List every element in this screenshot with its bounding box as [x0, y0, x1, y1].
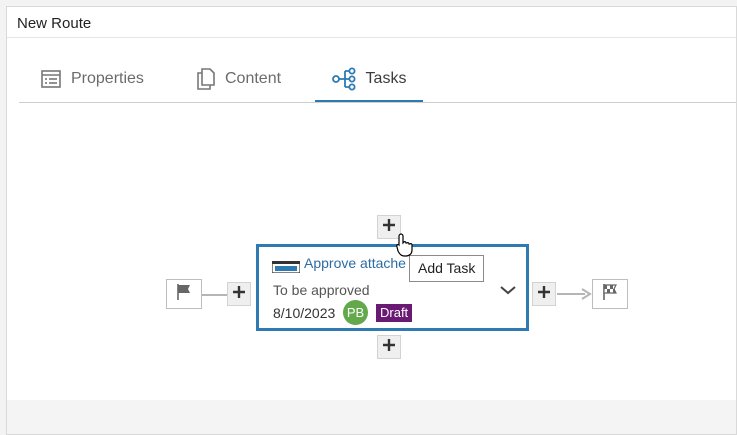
tab-tasks[interactable]: Tasks [315, 55, 423, 103]
chevron-down-icon[interactable] [498, 283, 518, 297]
hand-cursor-icon [396, 233, 414, 262]
route-end-node[interactable] [592, 279, 628, 309]
task-due-date: 8/10/2023 [273, 305, 336, 321]
task-subtitle: To be approved [273, 282, 370, 298]
add-task-below-button[interactable] [377, 335, 401, 359]
arrow-right-icon [557, 287, 593, 306]
add-task-after-button[interactable] [532, 282, 556, 306]
checkered-flag-icon [601, 283, 619, 306]
title-bar: New Route [7, 7, 736, 38]
tab-content[interactable]: Content [197, 55, 281, 103]
task-title-link[interactable]: Approve attache [304, 255, 406, 271]
status-badge: Draft [376, 304, 413, 322]
add-task-tooltip: Add Task [409, 255, 485, 282]
add-task-before-button[interactable] [227, 282, 251, 306]
new-route-dialog: New Route Properties Content Tasks Appro… [6, 6, 737, 435]
list-icon [41, 70, 61, 88]
plus-icon [382, 218, 396, 237]
tabs-divider [19, 102, 736, 103]
plus-icon [382, 338, 396, 357]
tab-properties-label: Properties [71, 70, 144, 87]
task-type-icon [271, 260, 301, 278]
tab-properties[interactable]: Properties [41, 55, 144, 103]
copy-icon [197, 68, 215, 90]
canvas-footer [7, 400, 736, 434]
tab-bar: Properties Content Tasks [19, 55, 736, 103]
flag-icon [175, 283, 193, 306]
tab-tasks-label: Tasks [365, 70, 407, 87]
task-card[interactable]: Approve attache To be approved 8/10/2023… [256, 244, 529, 331]
tab-content-label: Content [225, 70, 282, 87]
plus-icon [232, 285, 246, 304]
plus-icon [537, 285, 551, 304]
dialog-title: New Route [17, 15, 92, 32]
route-start-node[interactable] [166, 279, 202, 309]
assignee-avatar[interactable]: PB [343, 300, 368, 325]
tasks-icon [331, 67, 356, 91]
connector-line [202, 294, 227, 296]
